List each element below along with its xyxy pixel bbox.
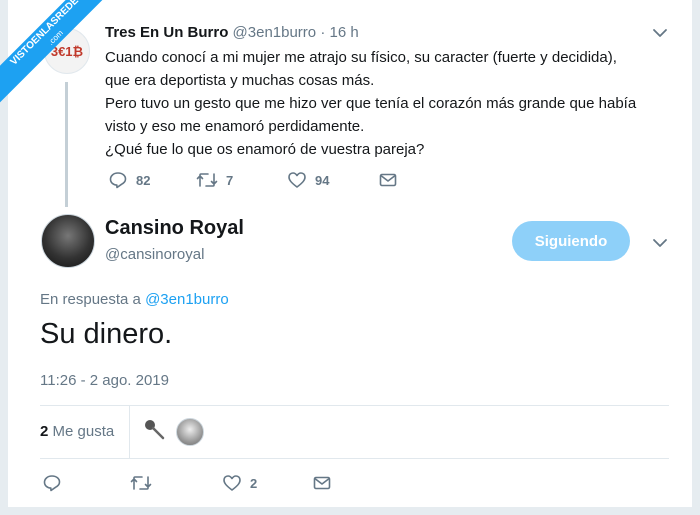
tweet-text: Su dinero.	[40, 318, 173, 350]
dm-button[interactable]	[312, 473, 332, 493]
retweet-button[interactable]	[130, 473, 152, 493]
likes-separator	[129, 406, 130, 458]
envelope-icon	[313, 476, 331, 490]
thread-line	[65, 82, 68, 207]
parent-tweet-text: Cuando conocí a mi mujer me atrajo su fí…	[105, 46, 685, 161]
author-avatar[interactable]	[41, 214, 95, 268]
parent-text-line: Pero tuvo un gesto que me hizo ver que t…	[105, 95, 637, 112]
reply-to-link[interactable]: @3en1burro	[145, 291, 229, 308]
reply-context: En respuesta a @3en1burro	[40, 291, 229, 308]
tweet-card: VISTOENLASREDES .com 3€1₿ Tres En Un Bur…	[0, 0, 692, 507]
reply-icon	[43, 475, 61, 492]
reply-prefix: En respuesta a	[40, 291, 141, 308]
retweet-icon	[196, 173, 218, 187]
author-name[interactable]: Cansino Royal	[105, 217, 244, 240]
like-button[interactable]: 2	[222, 473, 257, 493]
divider-bottom	[40, 458, 669, 459]
parent-separator: ·	[320, 24, 326, 41]
following-button[interactable]: Siguiendo	[512, 221, 630, 261]
heart-icon	[223, 475, 241, 491]
parent-reply-count: 82	[136, 172, 151, 188]
author-handle[interactable]: @cansinoroyal	[105, 246, 204, 263]
tweet-timestamp[interactable]: 11:26 - 2 ago. 2019	[40, 372, 169, 389]
heart-icon	[288, 172, 306, 188]
parent-text-line: que era deportista y muchas cosas más.	[105, 72, 375, 89]
liker-avatar[interactable]	[176, 418, 204, 446]
likes-label: Me gusta	[52, 423, 115, 440]
reply-button[interactable]	[42, 473, 62, 493]
parent-text-line: Cuando conocí a mi mujer me atrajo su fí…	[105, 49, 617, 66]
parent-text-line: ¿Qué fue lo que os enamoró de vuestra pa…	[105, 141, 425, 158]
parent-timestamp[interactable]: 16 h	[330, 24, 359, 41]
parent-dm-button[interactable]	[378, 170, 398, 190]
parent-author-name[interactable]: Tres En Un Burro	[105, 24, 228, 41]
likes-summary[interactable]: 2 Me gusta	[40, 423, 114, 440]
racket-icon	[145, 420, 165, 440]
parent-reply-button[interactable]: 82	[108, 170, 150, 190]
parent-like-count: 94	[315, 172, 330, 188]
parent-retweet-button[interactable]: 7	[196, 170, 233, 190]
liker-avatar[interactable]	[141, 416, 169, 444]
likes-count: 2	[40, 423, 49, 440]
like-count: 2	[250, 475, 258, 491]
tweet-chevron-down-icon[interactable]	[651, 234, 669, 257]
parent-text-line: visto y eso me enamoró perdidamente.	[105, 118, 365, 135]
envelope-icon	[379, 173, 397, 187]
parent-author-handle[interactable]: @3en1burro	[233, 24, 317, 41]
divider-top	[40, 405, 669, 406]
parent-header: Tres En Un Burro @3en1burro · 16 h	[105, 24, 359, 41]
reply-icon	[109, 172, 127, 189]
parent-chevron-down-icon[interactable]	[651, 24, 669, 47]
parent-like-button[interactable]: 94	[287, 170, 329, 190]
retweet-icon	[130, 476, 152, 490]
parent-retweet-count: 7	[226, 172, 234, 188]
